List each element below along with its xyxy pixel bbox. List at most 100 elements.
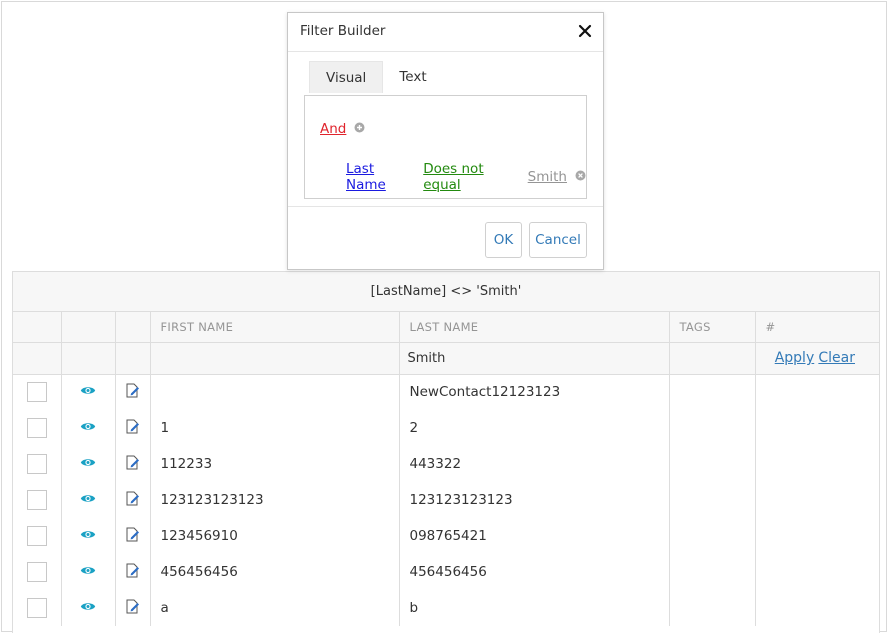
row-edit-cell bbox=[115, 446, 151, 482]
cell-last-name: 456456456 bbox=[399, 554, 670, 590]
header-last-name[interactable]: LAST NAME bbox=[399, 312, 670, 343]
cell-tags bbox=[669, 374, 756, 410]
condition-value-link[interactable]: Smith bbox=[528, 169, 567, 185]
edit-icon[interactable] bbox=[126, 491, 140, 510]
row-edit-cell bbox=[115, 374, 151, 410]
cell-first-name: 123123123123 bbox=[150, 482, 400, 518]
edit-icon[interactable] bbox=[126, 527, 140, 546]
data-grid: [LastName] <> 'Smith' FIRST NAME LAST NA… bbox=[12, 271, 880, 633]
row-checkbox[interactable] bbox=[26, 598, 47, 618]
edit-icon[interactable] bbox=[126, 563, 140, 582]
header-hash[interactable]: # bbox=[755, 312, 879, 343]
cell-first-name: 456456456 bbox=[150, 554, 400, 590]
row-checkbox[interactable] bbox=[26, 562, 47, 582]
table-row: ab bbox=[13, 590, 879, 626]
filter-last-name-input[interactable]: Smith bbox=[399, 342, 670, 375]
remove-condition-icon[interactable] bbox=[575, 169, 586, 185]
eye-icon[interactable] bbox=[80, 600, 96, 616]
filter-cell-empty bbox=[13, 342, 62, 375]
eye-icon[interactable] bbox=[80, 456, 96, 472]
add-condition-icon[interactable] bbox=[354, 122, 365, 137]
cell-first-name bbox=[150, 374, 400, 410]
row-select-cell bbox=[13, 518, 62, 554]
filter-builder-dialog: Filter Builder Visual Text And Last Name… bbox=[287, 12, 604, 270]
filter-tags-input[interactable] bbox=[669, 342, 756, 375]
row-edit-cell bbox=[115, 482, 151, 518]
header-view-col bbox=[61, 312, 116, 343]
tab-text[interactable]: Text bbox=[383, 61, 442, 93]
cell-tags bbox=[669, 446, 756, 482]
eye-icon[interactable] bbox=[80, 492, 96, 508]
eye-icon[interactable] bbox=[80, 564, 96, 580]
header-tags[interactable]: TAGS bbox=[669, 312, 756, 343]
header-select-col bbox=[13, 312, 62, 343]
row-view-cell bbox=[61, 518, 116, 554]
header-first-name[interactable]: FIRST NAME bbox=[150, 312, 400, 343]
filter-actions: Apply Clear bbox=[755, 342, 879, 375]
cell-tags bbox=[669, 590, 756, 626]
dialog-tabs: Visual Text bbox=[309, 61, 443, 95]
filter-builder-area: And Last Name Does not equal Smith bbox=[304, 95, 587, 199]
cell-last-name: 2 bbox=[399, 410, 670, 446]
dialog-footer: OK Cancel bbox=[288, 206, 603, 269]
row-view-cell bbox=[61, 374, 116, 410]
cell-tags bbox=[669, 554, 756, 590]
cancel-button[interactable]: Cancel bbox=[529, 222, 587, 258]
table-row: NewContact12123123 bbox=[13, 374, 879, 410]
row-view-cell bbox=[61, 482, 116, 518]
row-checkbox[interactable] bbox=[26, 490, 47, 510]
row-checkbox[interactable] bbox=[26, 454, 47, 474]
edit-icon[interactable] bbox=[126, 455, 140, 474]
cell-hash bbox=[755, 374, 879, 410]
edit-icon[interactable] bbox=[126, 599, 140, 618]
row-edit-cell bbox=[115, 554, 151, 590]
row-select-cell bbox=[13, 410, 62, 446]
cell-hash bbox=[755, 554, 879, 590]
tab-visual[interactable]: Visual bbox=[309, 61, 384, 93]
filter-expression-panel[interactable]: [LastName] <> 'Smith' bbox=[13, 272, 879, 312]
cell-tags bbox=[669, 482, 756, 518]
row-edit-cell bbox=[115, 410, 151, 446]
row-edit-cell bbox=[115, 518, 151, 554]
row-select-cell bbox=[13, 446, 62, 482]
row-checkbox[interactable] bbox=[26, 418, 47, 438]
edit-icon[interactable] bbox=[126, 419, 140, 438]
cell-last-name: b bbox=[399, 590, 670, 626]
cell-hash bbox=[755, 410, 879, 446]
row-view-cell bbox=[61, 554, 116, 590]
row-checkbox[interactable] bbox=[26, 526, 47, 546]
grid-table: FIRST NAME LAST NAME TAGS # Smith Apply bbox=[13, 312, 879, 626]
clear-link[interactable]: Clear bbox=[818, 350, 855, 366]
edit-icon[interactable] bbox=[126, 383, 140, 402]
row-checkbox[interactable] bbox=[26, 382, 47, 403]
condition-operator-link[interactable]: Does not equal bbox=[423, 161, 519, 193]
cell-first-name: 1 bbox=[150, 410, 400, 446]
filter-first-name-input[interactable] bbox=[150, 342, 400, 375]
cell-last-name: 123123123123 bbox=[399, 482, 670, 518]
row-view-cell bbox=[61, 590, 116, 626]
cell-tags bbox=[669, 410, 756, 446]
cell-hash bbox=[755, 518, 879, 554]
cell-hash bbox=[755, 446, 879, 482]
close-icon[interactable] bbox=[577, 23, 593, 39]
filter-row: Smith Apply Clear bbox=[13, 342, 879, 375]
page-frame: [LastName] <> 'Smith' FIRST NAME LAST NA… bbox=[1, 1, 887, 633]
apply-link[interactable]: Apply bbox=[775, 350, 815, 366]
eye-icon[interactable] bbox=[80, 528, 96, 544]
cell-hash bbox=[755, 482, 879, 518]
group-row: And bbox=[320, 121, 365, 137]
ok-button[interactable]: OK bbox=[485, 222, 522, 258]
row-select-cell bbox=[13, 590, 62, 626]
table-row: 12 bbox=[13, 410, 879, 446]
group-operator-link[interactable]: And bbox=[320, 121, 346, 137]
cell-last-name: NewContact12123123 bbox=[399, 374, 670, 410]
row-select-cell bbox=[13, 554, 62, 590]
cell-first-name: 123456910 bbox=[150, 518, 400, 554]
dialog-title: Filter Builder bbox=[300, 23, 386, 39]
row-select-cell bbox=[13, 374, 62, 410]
condition-field-link[interactable]: Last Name bbox=[346, 161, 414, 193]
eye-icon[interactable] bbox=[80, 384, 96, 400]
filter-cell-empty bbox=[115, 342, 151, 375]
row-edit-cell bbox=[115, 590, 151, 626]
eye-icon[interactable] bbox=[80, 420, 96, 436]
